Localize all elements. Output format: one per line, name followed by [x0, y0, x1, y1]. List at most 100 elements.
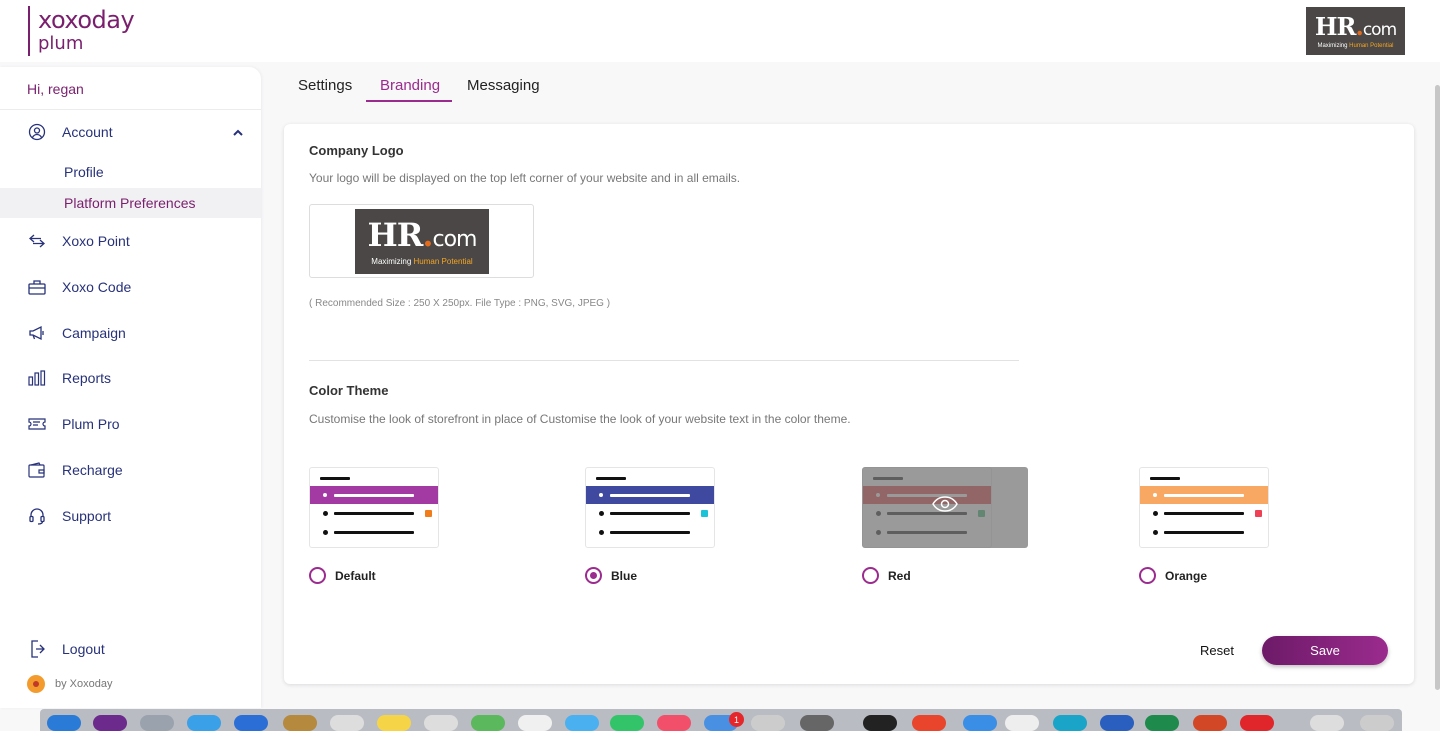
sidebar-item-label: Xoxo Code	[62, 279, 132, 295]
theme-radio-orange[interactable]: Orange	[1139, 567, 1207, 584]
headset-icon	[27, 506, 47, 526]
dock-app-icon[interactable]	[330, 715, 364, 731]
save-button[interactable]: Save	[1262, 636, 1388, 665]
sidebar-item-label: Campaign	[62, 325, 126, 341]
dock-app-icon[interactable]	[283, 715, 317, 731]
preview-row	[323, 511, 423, 516]
company-logo-title: Company Logo	[309, 143, 404, 158]
tab-branding[interactable]: Branding	[380, 77, 440, 94]
sidebar-item-xoxo-point[interactable]: Xoxo Point	[0, 223, 261, 259]
dock-app-icon[interactable]	[863, 715, 897, 731]
active-tab-indicator	[366, 100, 452, 102]
radio-circle[interactable]	[585, 567, 602, 584]
divider	[0, 109, 261, 110]
sidebar-item-campaign[interactable]: Campaign	[0, 315, 261, 351]
xoxoday-icon	[27, 675, 45, 693]
radio-circle[interactable]	[309, 567, 326, 584]
company-logo-description: Your logo will be displayed on the top l…	[309, 171, 741, 185]
tab-messaging[interactable]: Messaging	[467, 77, 540, 94]
logo-upload-box[interactable]: HR.com Maximizing Human Potential	[309, 204, 534, 278]
sidebar-item-reports[interactable]: Reports	[0, 360, 261, 396]
sidebar-item-label: Account	[62, 124, 113, 140]
notification-badge: 1	[729, 712, 744, 727]
dock-app-icon[interactable]	[1193, 715, 1227, 731]
sidebar-item-xoxo-code[interactable]: Xoxo Code	[0, 269, 261, 305]
dock-app-icon[interactable]	[47, 715, 81, 731]
dock-app-icon[interactable]	[751, 715, 785, 731]
theme-preview-blue[interactable]	[585, 467, 715, 548]
dock-app-icon[interactable]	[1100, 715, 1134, 731]
sidebar-item-account[interactable]: Account	[0, 114, 261, 150]
powered-by: by Xoxoday	[27, 675, 112, 693]
dock-app-icon[interactable]	[377, 715, 411, 731]
preview-accent-square	[425, 510, 432, 517]
preview-row	[1153, 511, 1253, 516]
company-logo: HR.com Maximizing Human Potential	[1306, 7, 1405, 55]
preview-row	[323, 530, 423, 535]
sidebar-item-label: Plum Pro	[62, 416, 120, 432]
preview-highlight-band	[586, 486, 714, 504]
radio-circle[interactable]	[1139, 567, 1156, 584]
dock-app-icon[interactable]	[187, 715, 221, 731]
user-circle-icon	[27, 122, 47, 142]
preview-heading	[596, 477, 626, 480]
dock-app-icon[interactable]	[1005, 715, 1039, 731]
xoxoday-plum-logo[interactable]: xoxoday plum	[28, 6, 135, 56]
theme-radio-blue[interactable]: Blue	[585, 567, 637, 584]
sidebar-item-support[interactable]: Support	[0, 498, 261, 534]
brand-product: plum	[38, 33, 84, 54]
dock-app-icon[interactable]	[471, 715, 505, 731]
logout-icon	[27, 639, 47, 659]
theme-label: Blue	[611, 568, 638, 583]
brand-name: xoxoday	[38, 6, 135, 34]
theme-preview-orange[interactable]	[1139, 467, 1269, 548]
dock-app-icon[interactable]	[234, 715, 268, 731]
dock-app-icon[interactable]	[610, 715, 644, 731]
sidebar-item-recharge[interactable]: Recharge	[0, 452, 261, 488]
logout-button[interactable]: Logout	[0, 631, 261, 667]
gift-card-icon	[27, 277, 47, 297]
dock-app-icon[interactable]	[1145, 715, 1179, 731]
sidebar-item-label: Support	[62, 508, 112, 524]
theme-preview-default[interactable]	[309, 467, 439, 548]
dock-app-icon[interactable]	[1053, 715, 1087, 731]
preview-accent-square	[701, 510, 708, 517]
top-header: xoxoday plum HR.com Maximizing Human Pot…	[0, 0, 1440, 62]
color-theme-description: Customise the look of storefront in plac…	[309, 412, 851, 426]
dock-app-icon[interactable]	[140, 715, 174, 731]
preview-row	[1153, 530, 1253, 535]
theme-radio-red[interactable]: Red	[862, 567, 911, 584]
dock-app-icon[interactable]	[1240, 715, 1274, 731]
eye-preview-icon[interactable]	[931, 495, 959, 518]
dock-app-icon[interactable]	[424, 715, 458, 731]
chevron-up-icon[interactable]	[232, 124, 244, 142]
dock-app-icon[interactable]	[1360, 715, 1394, 731]
scrollbar[interactable]	[1435, 85, 1440, 690]
uploaded-logo-preview: HR.com Maximizing Human Potential	[355, 209, 489, 274]
radio-circle[interactable]	[862, 567, 879, 584]
dock-app-icon[interactable]	[518, 715, 552, 731]
sidebar: Hi, regan Account Profile Platform Prefe…	[0, 67, 261, 708]
preview-row	[599, 511, 699, 516]
sidebar-subitem-platform-preferences[interactable]: Platform Preferences	[0, 188, 261, 218]
dock-app-icon[interactable]	[800, 715, 834, 731]
preview-highlight-band	[1140, 486, 1268, 504]
dock-app-icon[interactable]	[565, 715, 599, 731]
theme-label: Default	[335, 568, 376, 583]
sidebar-subitem-profile[interactable]: Profile	[0, 157, 261, 187]
dock-app-icon[interactable]	[963, 715, 997, 731]
powered-by-label: by Xoxoday	[55, 678, 113, 690]
dock-app-icon[interactable]	[93, 715, 127, 731]
preview-accent-square	[1255, 510, 1262, 517]
dock-app-icon[interactable]	[1310, 715, 1344, 731]
wallet-icon	[27, 460, 47, 480]
reset-button[interactable]: Reset	[1200, 643, 1234, 658]
dock-app-icon[interactable]	[657, 715, 691, 731]
sidebar-item-plum-pro[interactable]: Plum Pro	[0, 406, 261, 442]
dock-app-icon[interactable]	[912, 715, 946, 731]
tab-settings[interactable]: Settings	[298, 77, 352, 94]
theme-radio-default[interactable]: Default	[309, 567, 376, 584]
theme-label: Red	[888, 568, 911, 583]
sidebar-item-label: Recharge	[62, 462, 123, 478]
logout-label: Logout	[62, 641, 105, 657]
